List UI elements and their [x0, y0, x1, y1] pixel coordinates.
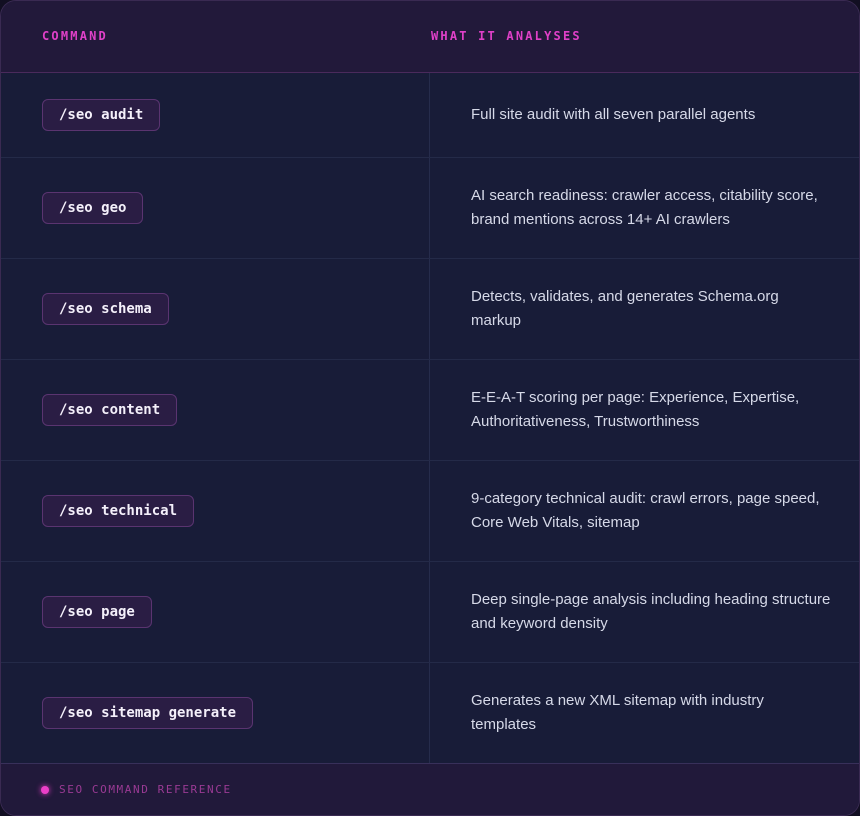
- command-cell: /seo schema: [1, 259, 430, 359]
- table-row: /seo content E-E-A-T scoring per page: E…: [1, 360, 859, 461]
- description-cell: AI search readiness: crawler access, cit…: [471, 187, 818, 228]
- description-cell: 9-category technical audit: crawl errors…: [471, 490, 820, 531]
- description-cell: Deep single-page analysis including head…: [471, 591, 831, 632]
- command-pill[interactable]: /seo sitemap generate: [42, 697, 254, 729]
- footer: SEO COMMAND REFERENCE: [1, 764, 859, 815]
- command-pill[interactable]: /seo geo: [42, 192, 144, 224]
- footer-label: SEO COMMAND REFERENCE: [59, 783, 232, 796]
- table-row: /seo technical 9-category technical audi…: [1, 461, 859, 562]
- command-cell: /seo audit: [1, 73, 430, 157]
- status-dot-icon: [41, 786, 49, 794]
- table-row: /seo audit Full site audit with all seve…: [1, 73, 859, 158]
- command-cell: /seo page: [1, 562, 430, 662]
- command-cell: /seo content: [1, 360, 430, 460]
- description-cell: E-E-A-T scoring per page: Experience, Ex…: [471, 389, 800, 430]
- table-body: /seo audit Full site audit with all seve…: [1, 73, 859, 764]
- command-pill[interactable]: /seo content: [42, 394, 178, 426]
- table-row: /seo page Deep single-page analysis incl…: [1, 562, 859, 663]
- command-reference-card: COMMAND WHAT IT ANALYSES /seo audit Full…: [0, 0, 860, 816]
- table-row: /seo sitemap generate Generates a new XM…: [1, 663, 859, 764]
- command-pill[interactable]: /seo schema: [42, 293, 169, 325]
- command-pill[interactable]: /seo audit: [42, 99, 161, 131]
- header-description: WHAT IT ANALYSES: [431, 29, 582, 43]
- table-header: COMMAND WHAT IT ANALYSES: [1, 1, 859, 73]
- description-cell: Detects, validates, and generates Schema…: [471, 288, 779, 329]
- header-command: COMMAND: [42, 29, 108, 43]
- description-cell: Full site audit with all seven parallel …: [471, 106, 756, 123]
- table-row: /seo geo AI search readiness: crawler ac…: [1, 158, 859, 259]
- table-row: /seo schema Detects, validates, and gene…: [1, 259, 859, 360]
- command-pill[interactable]: /seo technical: [42, 495, 195, 527]
- command-cell: /seo technical: [1, 461, 430, 561]
- command-cell: /seo geo: [1, 158, 430, 258]
- command-pill[interactable]: /seo page: [42, 596, 152, 628]
- command-cell: /seo sitemap generate: [1, 663, 430, 763]
- description-cell: Generates a new XML sitemap with industr…: [471, 692, 764, 733]
